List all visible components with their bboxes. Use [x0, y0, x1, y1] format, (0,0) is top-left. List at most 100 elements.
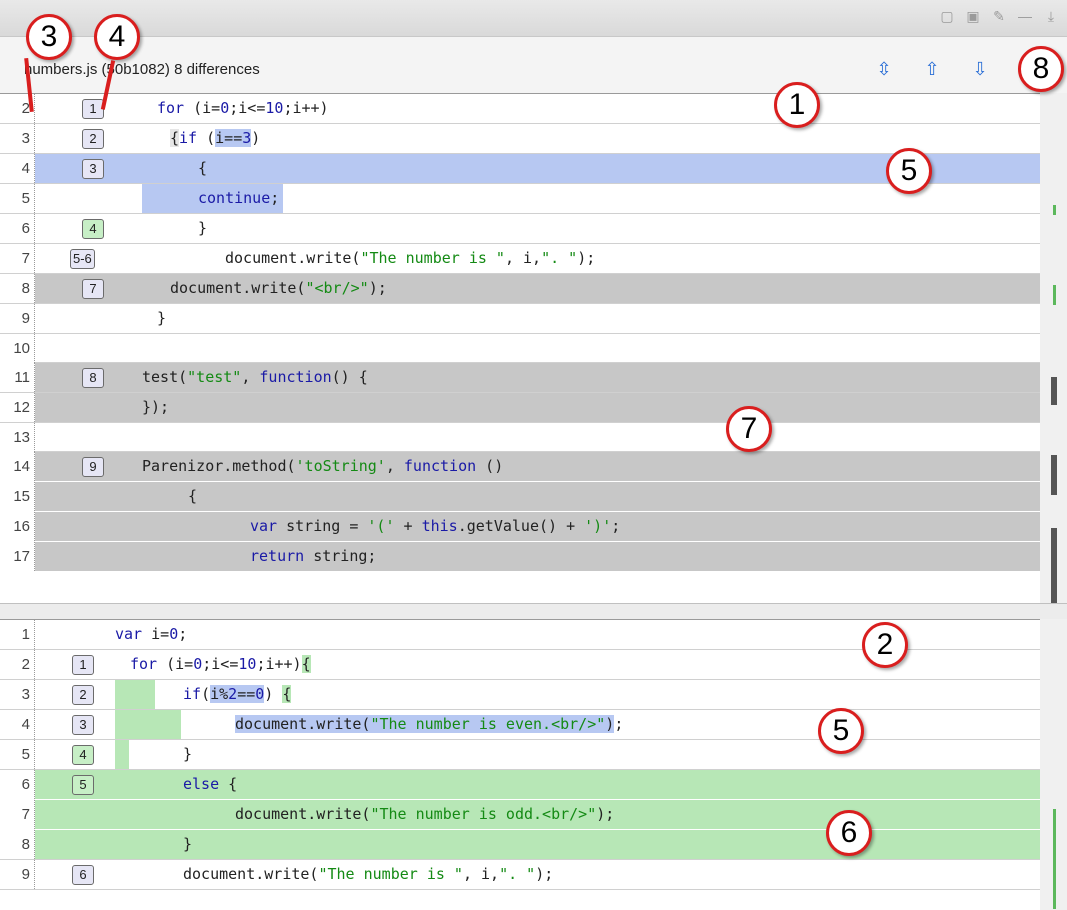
line-number: 3: [0, 124, 35, 153]
line-number: 9: [0, 860, 35, 889]
diff-number[interactable]: 3: [72, 715, 94, 735]
line-number: 2: [0, 650, 35, 679]
line-number: 11: [0, 363, 35, 392]
code-text: return string;: [250, 547, 377, 565]
code-text: if(i%2==0) {: [183, 685, 292, 703]
code-text: }: [198, 219, 208, 237]
line-number: 15: [0, 482, 35, 511]
line-number: 17: [0, 542, 35, 571]
callout-3: 3: [26, 14, 72, 60]
download-icon[interactable]: ⤓: [1043, 8, 1059, 24]
title-bar: ▢ ▣ ✎ — ⤓: [0, 0, 1067, 37]
code-row: 4 3 document.write("The number is even.<…: [0, 710, 1040, 740]
code-text: }: [183, 835, 193, 853]
code-text: {if (i==3): [170, 129, 261, 147]
line-number: 6: [0, 770, 35, 799]
diff-number[interactable]: 7: [82, 279, 104, 299]
diff-number[interactable]: 8: [82, 368, 104, 388]
code-row: 3 2 if(i%2==0) {: [0, 680, 1040, 710]
code-text: }: [157, 309, 167, 327]
diff-number[interactable]: 3: [82, 159, 104, 179]
line-number: 1: [0, 620, 35, 649]
line-number: 5: [0, 740, 35, 769]
code-row: 4 3 {: [0, 154, 1040, 184]
code-row: 6 4 }: [0, 214, 1040, 244]
diff-number[interactable]: 2: [82, 129, 104, 149]
code-row: 15 {: [0, 482, 1040, 511]
code-row: 13: [0, 423, 1040, 452]
diff-number[interactable]: 5: [72, 775, 94, 795]
diff-number[interactable]: 2: [72, 685, 94, 705]
code-text: document.write("The number is even.<br/>…: [235, 715, 624, 733]
window-controls: ▢ ▣ ✎ — ⤓: [939, 8, 1059, 24]
diff-marker: [1053, 285, 1056, 305]
down-arrow-icon[interactable]: ⇩: [968, 57, 992, 81]
top-pane[interactable]: 2 1 for (i=0;i<=10;i++) 3 2 {if (i==3) 4…: [0, 93, 1040, 604]
diff-marker: [1051, 455, 1057, 495]
code-row: 16 var string = '(' + this.getValue() + …: [0, 512, 1040, 541]
line-number: 8: [0, 830, 35, 859]
code-row: 5 continue;: [0, 184, 1040, 214]
up-arrow-icon[interactable]: ⇧: [920, 57, 944, 81]
indent-highlight: [115, 740, 129, 769]
code-text: else {: [183, 775, 238, 793]
callout-7: 7: [726, 406, 772, 452]
code-row: 3 2 {if (i==3): [0, 124, 1040, 154]
code-text: continue;: [142, 184, 284, 213]
diff-number[interactable]: 4: [72, 745, 94, 765]
code-text: var i=0;: [115, 625, 188, 643]
code-row: 17 return string;: [0, 542, 1040, 571]
code-row: 8 7 document.write("<br/>");: [0, 274, 1040, 304]
callout-4: 4: [94, 14, 140, 60]
line-number: 7: [0, 244, 35, 273]
code-text: {: [188, 487, 198, 505]
minimize-icon[interactable]: —: [1017, 8, 1033, 24]
code-row: 12 });: [0, 393, 1040, 423]
diff-marker: [1053, 205, 1056, 215]
line-number: 13: [0, 423, 35, 452]
code-text: Parenizor.method('toString', function (): [142, 457, 504, 475]
code-text: document.write("<br/>");: [170, 279, 387, 297]
top-scrollbar[interactable]: [1040, 93, 1067, 603]
diff-number[interactable]: 5-6: [70, 249, 95, 269]
diff-header: numbers.js (50b1082) 8 differences ⇳ ⇧ ⇩: [0, 37, 1067, 93]
code-text: {: [198, 159, 208, 177]
callout-2: 2: [862, 622, 908, 668]
diff-marker: [1053, 809, 1056, 909]
code-row: 9 }: [0, 304, 1040, 334]
callout-6: 6: [826, 810, 872, 856]
code-text: document.write("The number is odd.<br/>"…: [235, 805, 615, 823]
code-text: for (i=0;i<=10;i++): [157, 99, 329, 117]
diff-title: numbers.js (50b1082) 8 differences: [24, 61, 260, 78]
pin-icon[interactable]: ✎: [991, 8, 1007, 24]
bottom-scrollbar[interactable]: [1040, 619, 1067, 909]
code-row: 2 1 for (i=0;i<=10;i++): [0, 94, 1040, 124]
tile-icon[interactable]: ▣: [965, 8, 981, 24]
line-number: 7: [0, 800, 35, 829]
callout-5: 5: [886, 148, 932, 194]
diff-number[interactable]: 4: [82, 219, 104, 239]
line-number: 10: [0, 334, 35, 363]
diff-number[interactable]: 1: [72, 655, 94, 675]
line-number: 9: [0, 304, 35, 333]
callout-5b: 5: [818, 708, 864, 754]
expand-icon[interactable]: ⇳: [872, 57, 896, 81]
code-text: for (i=0;i<=10;i++){: [130, 655, 311, 673]
code-row: 11 8 test("test", function() {: [0, 363, 1040, 393]
code-row: 14 9 Parenizor.method('toString', functi…: [0, 452, 1040, 481]
restore-icon[interactable]: ▢: [939, 8, 955, 24]
code-text: document.write("The number is ", i,". ")…: [225, 249, 596, 267]
callout-1: 1: [774, 82, 820, 128]
code-row: 5 4 }: [0, 740, 1040, 770]
code-text: });: [142, 398, 170, 416]
diff-number[interactable]: 6: [72, 865, 94, 885]
diff-marker: [1051, 377, 1057, 405]
code-row: 8 }: [0, 830, 1040, 860]
code-row: 6 5 else {: [0, 770, 1040, 799]
callout-8: 8: [1018, 46, 1064, 92]
code-text: document.write("The number is ", i,". ")…: [183, 865, 554, 883]
diff-marker: [1051, 528, 1057, 603]
diff-number[interactable]: 9: [82, 457, 104, 477]
code-row: 7 5-6 document.write("The number is ", i…: [0, 244, 1040, 274]
indent-highlight: [115, 680, 155, 709]
